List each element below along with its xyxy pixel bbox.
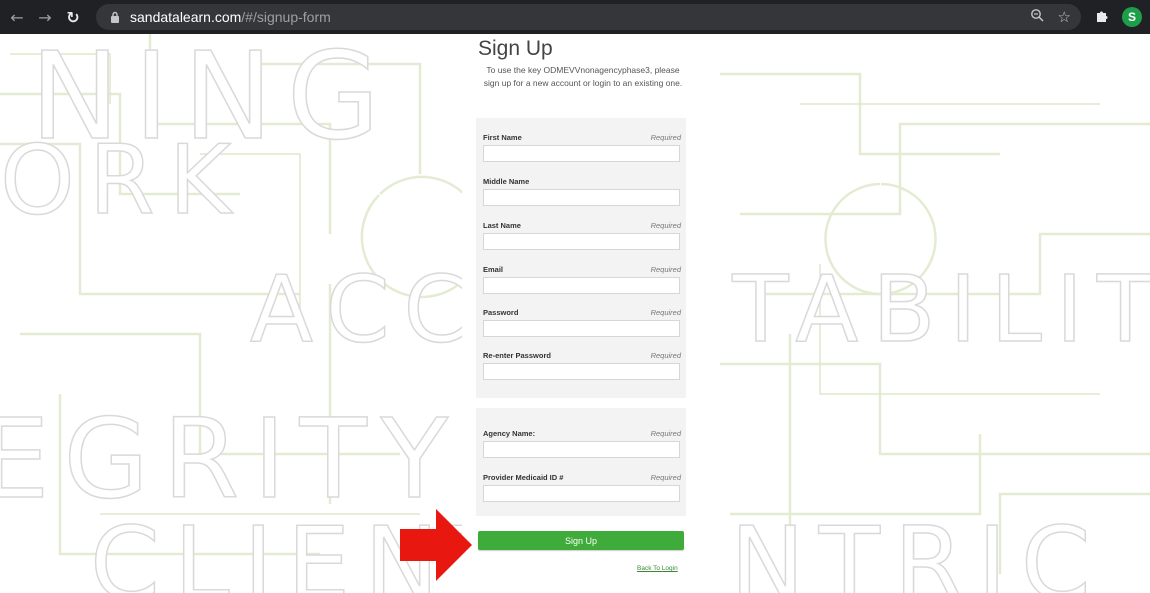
- back-icon[interactable]: ←: [6, 6, 28, 28]
- browser-toolbar: ← → ↻ sandatalearn.com/#/signup-form ☆ S: [0, 0, 1150, 34]
- back-to-login-link[interactable]: Back To Login: [637, 565, 678, 572]
- last-name-input[interactable]: [483, 233, 680, 250]
- required-indicator: Required: [650, 473, 681, 482]
- email-input[interactable]: [483, 277, 680, 294]
- sign-up-button[interactable]: Sign Up: [478, 531, 684, 550]
- middle-name-label: Middle Name: [483, 177, 530, 186]
- intro-text: To use the key ODMEVVnonagencyphase3, pl…: [483, 65, 683, 88]
- required-indicator: Required: [650, 133, 681, 142]
- address-bar[interactable]: sandatalearn.com/#/signup-form ☆: [96, 4, 1081, 30]
- provider-medicaid-id-label: Provider Medicaid ID #: [483, 473, 564, 482]
- agency-name-input[interactable]: [483, 441, 680, 458]
- profile-avatar[interactable]: S: [1122, 7, 1142, 27]
- reenter-password-label: Re-enter Password: [483, 351, 551, 360]
- reload-icon[interactable]: ↻: [62, 6, 84, 28]
- background-word: ORK: [0, 126, 246, 236]
- reenter-password-input[interactable]: [483, 363, 680, 380]
- required-indicator: Required: [650, 221, 681, 230]
- page-title: Sign Up: [478, 37, 553, 60]
- agency-name-label: Agency Name:: [483, 429, 536, 438]
- lock-icon[interactable]: [108, 10, 122, 24]
- provider-medicaid-id-input[interactable]: [483, 485, 680, 502]
- middle-name-input[interactable]: [483, 189, 680, 206]
- url-path: /#/signup-form: [241, 9, 331, 25]
- password-input[interactable]: [483, 320, 680, 337]
- required-indicator: Required: [650, 265, 681, 274]
- last-name-label: Last Name: [483, 221, 521, 230]
- zoom-icon[interactable]: [1030, 8, 1044, 26]
- first-name-label: First Name: [483, 133, 522, 142]
- required-indicator: Required: [650, 351, 681, 360]
- required-indicator: Required: [650, 308, 681, 317]
- star-icon[interactable]: ☆: [1058, 8, 1071, 26]
- email-label: Email: [483, 265, 504, 274]
- url-text: sandatalearn.com/#/signup-form: [130, 9, 331, 25]
- extensions-icon[interactable]: [1095, 8, 1110, 27]
- background-word: EGRITY: [0, 395, 462, 523]
- password-label: Password: [483, 308, 519, 317]
- first-name-input[interactable]: [483, 145, 680, 162]
- required-indicator: Required: [650, 429, 681, 438]
- forward-icon[interactable]: →: [34, 6, 56, 28]
- url-host: sandatalearn.com: [130, 9, 242, 25]
- red-arrow-annotation: [400, 509, 472, 581]
